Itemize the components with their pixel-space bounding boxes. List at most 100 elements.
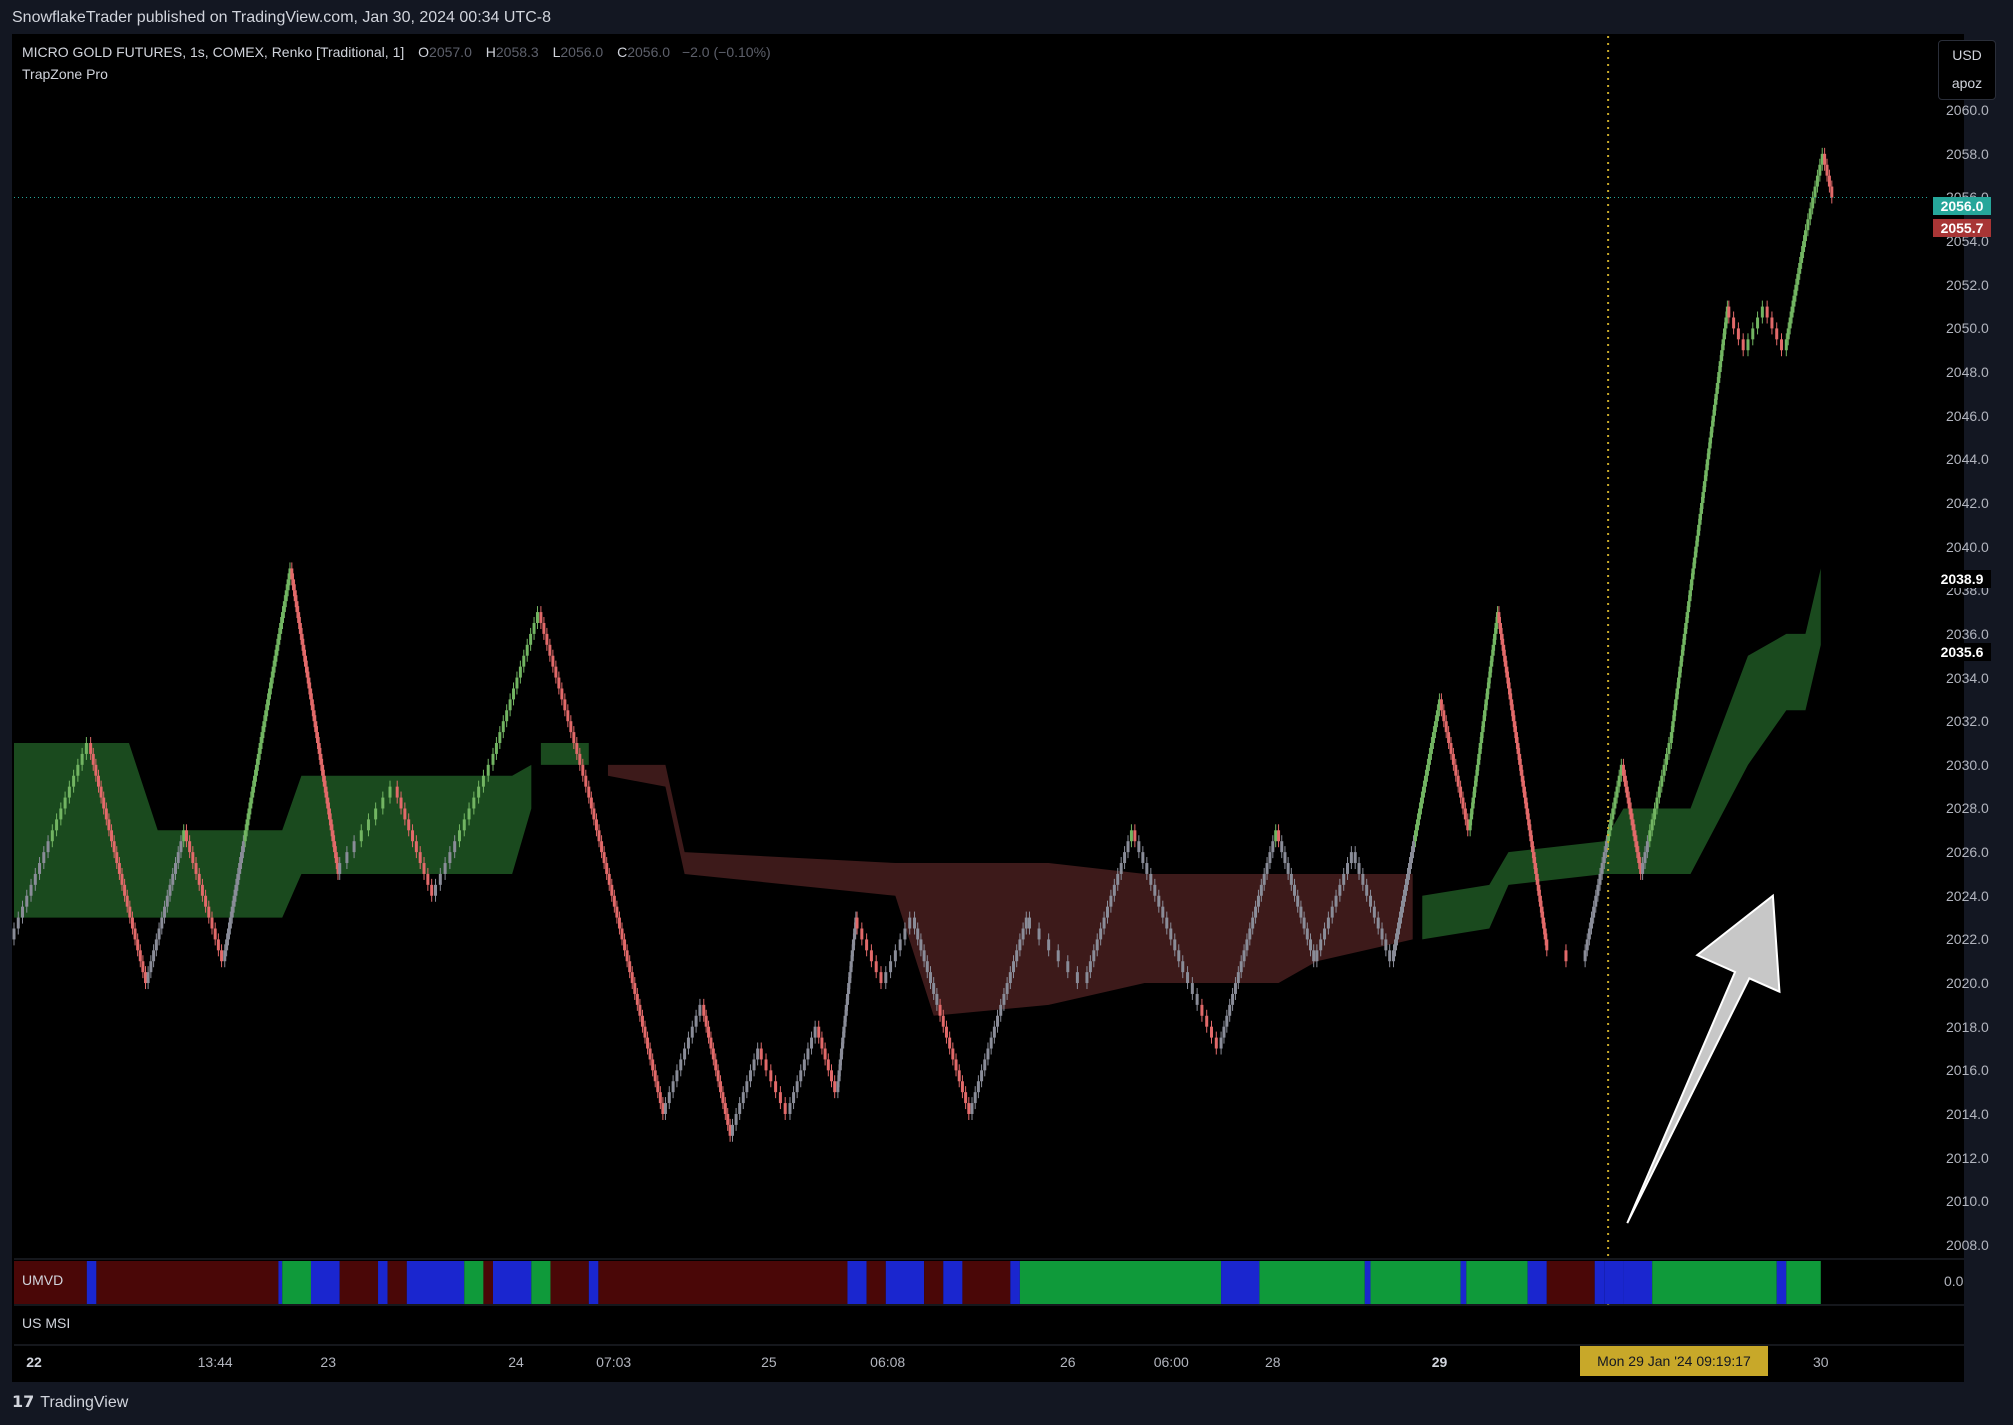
umvd-label[interactable]: UMVD — [22, 1272, 63, 1288]
umvd-value: 0.0 — [1944, 1273, 1964, 1289]
umvd-segment — [885, 1261, 925, 1304]
price-tick-label: 2050.0 — [1946, 320, 1989, 337]
close-key: C — [617, 44, 628, 60]
umvd-segment — [1259, 1261, 1365, 1304]
umvd-segment — [378, 1261, 388, 1304]
umvd-segment — [1466, 1261, 1528, 1304]
crosshair-time-label: Mon 29 Jan '24 09:19:17 — [1580, 1346, 1768, 1376]
account-name[interactable]: apoz — [1939, 69, 1995, 97]
green-trap-zone-3 — [1422, 568, 1821, 940]
arrow-annotation — [1626, 893, 1781, 1224]
time-tick-label: 24 — [508, 1354, 524, 1370]
price-tick-label: 2018.0 — [1946, 1018, 1989, 1035]
price-tick-label: 2046.0 — [1946, 407, 1989, 424]
price-tick-label: 2008.0 — [1946, 1236, 1989, 1253]
price-tick-label: 2044.0 — [1946, 451, 1989, 468]
upper-band-tag: 2038.9 — [1933, 570, 1991, 588]
time-tick-label: 28 — [1265, 1354, 1281, 1370]
umvd-segment — [1364, 1261, 1371, 1304]
umvd-segment — [1652, 1261, 1777, 1304]
price-tick-label: 2058.0 — [1946, 145, 1989, 162]
price-tick-label: 2060.0 — [1946, 102, 1989, 119]
price-tick-label: 2012.0 — [1946, 1149, 1989, 1166]
time-tick-label: 30 — [1812, 1354, 1829, 1370]
price-tick-label: 2014.0 — [1946, 1105, 1989, 1122]
umvd-segment — [924, 1261, 944, 1304]
low-value: 2056.0 — [560, 44, 604, 60]
tradingview-logo-icon: 𝟭𝟳 — [12, 1394, 35, 1411]
umvd-segment — [493, 1261, 532, 1304]
high-value: 2058.3 — [495, 44, 539, 60]
green-trap-zone — [14, 743, 532, 918]
umvd-segment — [278, 1261, 283, 1304]
last-price-tag: 2056.0 — [1933, 197, 1991, 215]
time-tick-label: 25 — [761, 1354, 777, 1370]
symbol-name[interactable]: MICRO GOLD FUTURES, 1s, COMEX, Renko [Tr… — [22, 44, 404, 60]
currency-selector[interactable]: USD apoz — [1938, 40, 1996, 100]
umvd-segment — [387, 1261, 407, 1304]
umvd-segment — [1019, 1261, 1222, 1304]
price-tick-label: 2016.0 — [1946, 1062, 1989, 1079]
umvd-segment — [310, 1261, 340, 1304]
umvd-segment — [1527, 1261, 1547, 1304]
umvd-segment — [1776, 1261, 1787, 1304]
umvd-segment — [339, 1261, 379, 1304]
price-tick-label: 2032.0 — [1946, 713, 1989, 730]
close-value: 2056.0 — [627, 44, 671, 60]
time-tick-label: 26 — [1060, 1354, 1076, 1370]
symbol-legend: MICRO GOLD FUTURES, 1s, COMEX, Renko [Tr… — [22, 44, 771, 60]
time-tick-label: 29 — [1431, 1354, 1448, 1370]
umvd-segment — [282, 1261, 311, 1304]
umvd-segment — [1594, 1261, 1605, 1304]
umvd-segment — [866, 1261, 886, 1304]
umvd-segment — [406, 1261, 465, 1304]
time-tick-label: 07:03 — [596, 1354, 632, 1370]
price-tick-label: 2010.0 — [1946, 1193, 1989, 1210]
umvd-segment — [86, 1261, 97, 1304]
umvd-segment — [1370, 1261, 1461, 1304]
price-tick-label: 2036.0 — [1946, 625, 1989, 642]
indicator-price-tag: 2055.7 — [1933, 219, 1991, 237]
umvd-segment — [96, 1261, 279, 1304]
price-tick-label: 2034.0 — [1946, 669, 1989, 686]
open-key: O — [418, 44, 430, 60]
msi-label[interactable]: US MSI — [22, 1315, 70, 1331]
price-tick-label: 2048.0 — [1946, 364, 1989, 381]
time-tick-label: 06:08 — [870, 1354, 906, 1370]
time-tick-label: 06:00 — [1153, 1354, 1189, 1370]
umvd-segment — [598, 1261, 848, 1304]
open-value: 2057.0 — [429, 44, 472, 60]
umvd-segment — [1786, 1261, 1821, 1304]
price-tick-label: 2020.0 — [1946, 975, 1989, 992]
price-tick-label: 2052.0 — [1946, 276, 1989, 293]
brand-name: TradingView — [40, 1394, 129, 1411]
chart-svg[interactable] — [0, 0, 2013, 1425]
umvd-segment — [1460, 1261, 1467, 1304]
change-value: −2.0 (−0.10%) — [681, 44, 771, 60]
currency-unit[interactable]: USD — [1939, 41, 1995, 69]
umvd-segment — [1623, 1261, 1653, 1304]
green-trap-zone-2 — [540, 743, 589, 765]
price-tick-label: 2026.0 — [1946, 844, 1989, 861]
umvd-segment — [1221, 1261, 1260, 1304]
umvd-segment — [464, 1261, 484, 1304]
umvd-segment — [847, 1261, 867, 1304]
price-tick-label: 2022.0 — [1946, 931, 1989, 948]
umvd-segment — [1546, 1261, 1595, 1304]
umvd-segment — [531, 1261, 551, 1304]
umvd-segment — [1010, 1261, 1020, 1304]
indicator-legend[interactable]: TrapZone Pro — [22, 66, 108, 82]
price-tick-label: 2040.0 — [1946, 538, 1989, 555]
umvd-segment — [550, 1261, 589, 1304]
umvd-segment — [943, 1261, 963, 1304]
price-tick-label: 2024.0 — [1946, 887, 1989, 904]
price-tick-label: 2028.0 — [1946, 800, 1989, 817]
high-key: H — [485, 44, 496, 60]
price-tick-label: 2030.0 — [1946, 756, 1989, 773]
time-tick-label: 22 — [26, 1354, 42, 1370]
umvd-segment — [483, 1261, 493, 1304]
time-tick-label: 13:44 — [197, 1354, 233, 1370]
price-tick-label: 2042.0 — [1946, 494, 1989, 511]
time-tick-label: 23 — [320, 1354, 337, 1370]
footer-brand[interactable]: 𝟭𝟳 TradingView — [12, 1392, 128, 1412]
